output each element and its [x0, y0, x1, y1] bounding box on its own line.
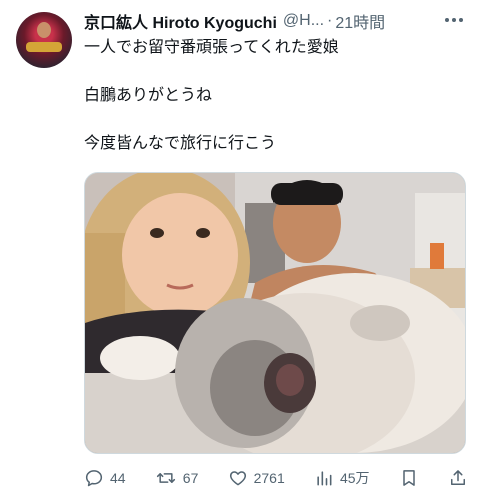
- reply-icon: [85, 470, 103, 487]
- tweet-photo[interactable]: [84, 172, 466, 454]
- tweet-line-3: 今度皆んなで旅行に行こう: [84, 133, 277, 152]
- tweet-line-1: 一人でお留守番頑張ってくれた愛娘: [84, 37, 339, 56]
- tweet-header: 京口紘人 Hiroto Kyoguchi @H... · 21時間: [84, 10, 440, 32]
- views-icon: [317, 471, 332, 486]
- more-icon[interactable]: [442, 10, 466, 30]
- reply-button[interactable]: 44: [84, 468, 126, 488]
- photo-illustration: [85, 173, 465, 453]
- tweet-line-2: 白鵬ありがとうね: [84, 85, 213, 104]
- reply-count: 44: [110, 470, 126, 486]
- tweet-actions: 44 67 2761 45万: [84, 466, 468, 490]
- views-button[interactable]: 45万: [314, 468, 370, 488]
- separator: ·: [327, 12, 333, 29]
- retweet-button[interactable]: 67: [155, 468, 199, 488]
- like-icon: [229, 471, 246, 486]
- avatar[interactable]: [16, 12, 72, 68]
- share-icon: [450, 470, 465, 485]
- retweet-icon: [156, 473, 175, 483]
- views-count: 45万: [339, 470, 370, 486]
- like-count: 2761: [253, 470, 285, 486]
- like-button[interactable]: 2761: [228, 468, 285, 488]
- bookmark-icon: [403, 470, 415, 486]
- timestamp[interactable]: 21時間: [335, 10, 385, 32]
- avatar-belt: [26, 42, 62, 52]
- avatar-head: [37, 22, 51, 38]
- author-name[interactable]: 京口紘人 Hiroto Kyoguchi: [84, 10, 277, 32]
- share-button[interactable]: [448, 468, 468, 488]
- retweet-count: 67: [182, 470, 199, 486]
- tweet-text: 一人でお留守番頑張ってくれた愛娘 白鵬ありがとうね 今度皆んなで旅行に行こう: [84, 36, 464, 154]
- bookmark-button[interactable]: [399, 468, 419, 488]
- author-handle[interactable]: @H...: [283, 12, 324, 30]
